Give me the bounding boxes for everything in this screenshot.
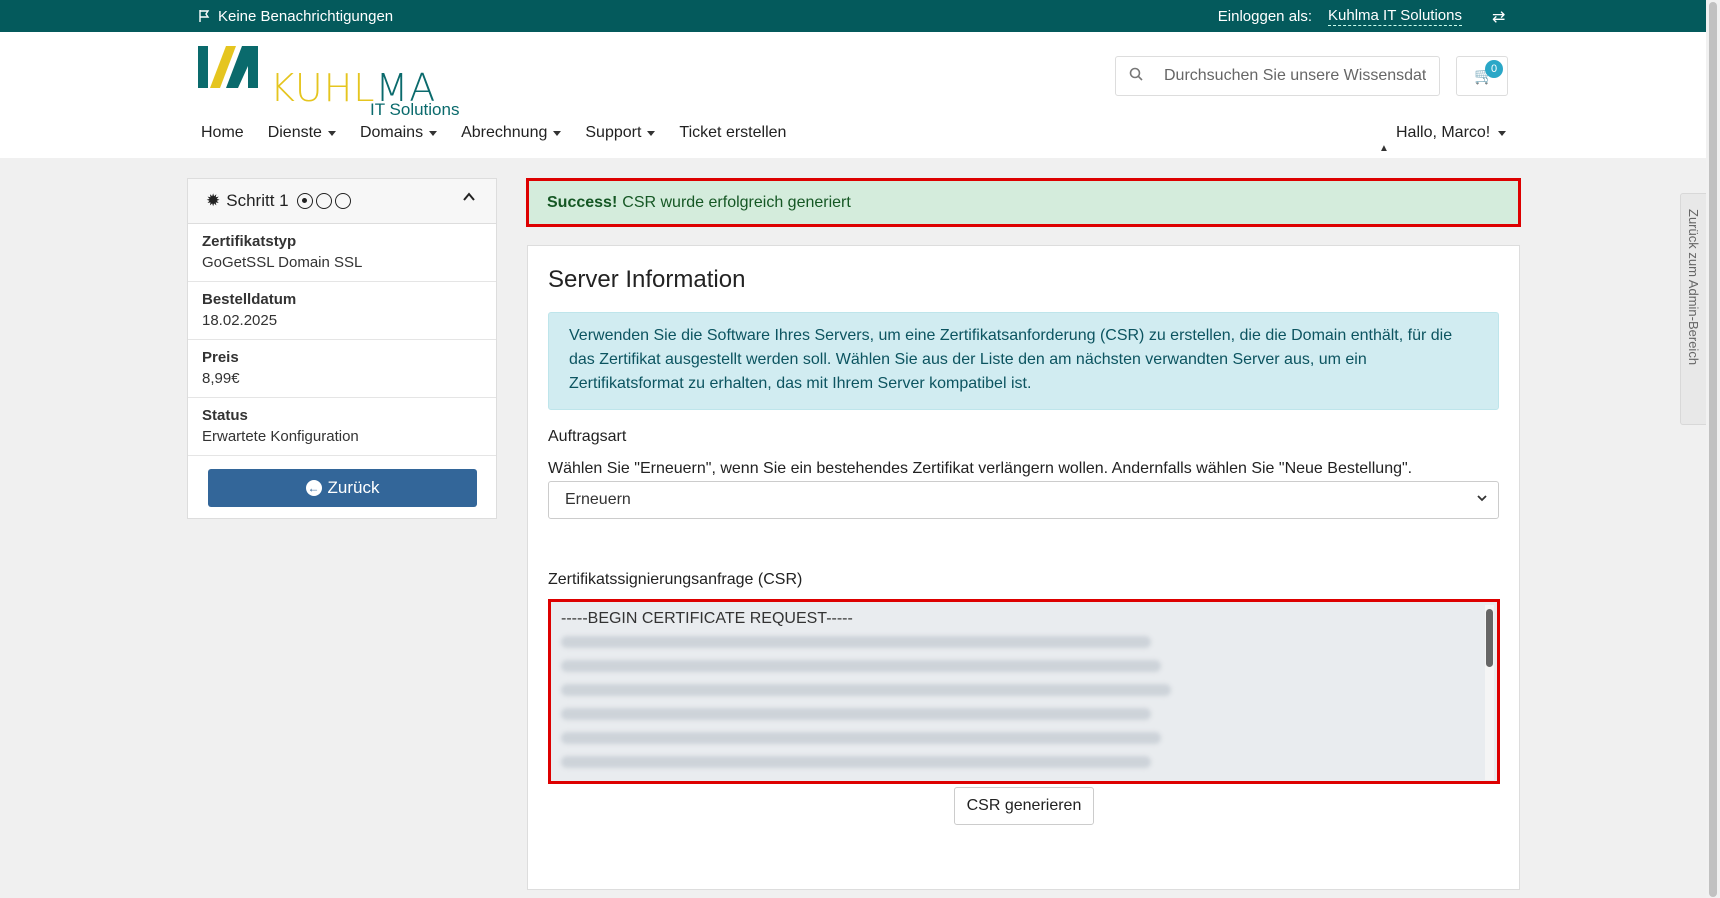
alert-strong: Success!: [547, 193, 618, 211]
nav-home[interactable]: Home: [201, 124, 244, 142]
generate-csr-button[interactable]: CSR generieren: [954, 787, 1094, 825]
logo-subtitle: IT Solutions: [370, 100, 460, 119]
cart-button[interactable]: 🛒 0: [1456, 56, 1508, 96]
arrow-left-circle-icon: ←: [305, 480, 322, 496]
step-circle-icon: [315, 193, 332, 209]
user-greeting: Hallo, Marco!: [1396, 124, 1491, 141]
shuffle-icon[interactable]: ⇄: [1492, 7, 1505, 27]
caret-down-icon: [327, 130, 336, 136]
csr-label: Zertifikatssignierungsanfrage (CSR): [548, 571, 803, 588]
alert-text: CSR wurde erfolgreich generiert: [622, 193, 851, 211]
step-label: Schritt 1: [226, 191, 289, 210]
caret-down-icon: [647, 130, 656, 136]
csr-redacted-line: [561, 756, 1151, 768]
csr-redacted-line: [561, 708, 1151, 720]
admin-area-tab[interactable]: Zurück zum Admin-Bereich: [1680, 193, 1708, 425]
csr-redacted-line: [561, 660, 1161, 672]
login-label: Einloggen als:: [1217, 7, 1313, 25]
nav-dienste[interactable]: Dienste: [268, 124, 336, 142]
badge-icon: ✹: [206, 191, 221, 210]
notifications-text: Keine Benachrichtigungen: [218, 7, 394, 25]
sidebar-row-preis: Preis 8,99€: [188, 340, 496, 398]
sidebar-row-bestelldatum: Bestelldatum 18.02.2025: [188, 282, 496, 340]
csr-textarea[interactable]: -----BEGIN CERTIFICATE REQUEST-----: [548, 599, 1500, 784]
user-menu[interactable]: Hallo, Marco!: [1396, 124, 1507, 142]
chevron-up-icon[interactable]: [462, 190, 476, 209]
caret-down-icon: [1498, 130, 1507, 136]
success-alert: Success! CSR wurde erfolgreich generiert: [526, 178, 1521, 227]
step-circle-active-icon: [296, 193, 313, 209]
csr-redacted-line: [561, 732, 1161, 744]
knowledgebase-search: [1115, 56, 1440, 96]
page-title: Server Information: [548, 266, 746, 293]
step-circle-icon: [334, 193, 351, 209]
admin-tab-label: Zurück zum Admin-Bereich: [1686, 209, 1701, 366]
search-icon: [1116, 67, 1156, 85]
nav-abrechnung[interactable]: Abrechnung: [461, 124, 562, 142]
logo-mark-icon: [198, 46, 258, 88]
search-input[interactable]: [1156, 67, 1426, 85]
sidebar-row-status: Status Erwartete Konfiguration: [188, 398, 496, 456]
chevron-down-icon: [1476, 492, 1488, 507]
csr-scrollbar[interactable]: [1485, 605, 1494, 780]
nav-support[interactable]: Support: [585, 124, 656, 142]
caret-down-icon: [553, 130, 562, 136]
caret-down-icon: [429, 130, 438, 136]
mouse-cursor-icon: ▲: [1379, 143, 1389, 154]
back-button[interactable]: ← Zurück: [208, 469, 477, 507]
company-link[interactable]: Kuhlma IT Solutions: [1328, 7, 1462, 26]
flag-icon: [199, 10, 210, 22]
csr-redacted-line: [561, 684, 1171, 696]
server-info-panel: Server Information Verwenden Sie die Sof…: [527, 245, 1520, 890]
nav-domains[interactable]: Domains: [360, 124, 438, 142]
order-type-label: Auftragsart: [548, 428, 627, 445]
nav-ticket-erstellen[interactable]: Ticket erstellen: [679, 124, 786, 142]
order-type-description: Wählen Sie "Erneuern", wenn Sie ein best…: [548, 460, 1413, 477]
main-nav: Home Dienste Domains Abrechnung Support …: [201, 124, 786, 142]
logo[interactable]: KUHLMA IT Solutions: [198, 46, 478, 119]
sidebar-row-zertifikatstyp: Zertifikatstyp GoGetSSL Domain SSL: [188, 224, 496, 282]
csr-redacted-line: [561, 636, 1151, 648]
back-label: Zurück: [327, 478, 380, 497]
step-indicator: [296, 193, 351, 209]
order-type-value: Erneuern: [565, 491, 631, 508]
login-as: Einloggen als: Kuhlma IT Solutions: [1218, 0, 1462, 32]
top-bar: Keine Benachrichtigungen Einloggen als: …: [0, 0, 1720, 32]
cart-count-badge: 0: [1485, 60, 1503, 78]
info-box: Verwenden Sie die Software Ihres Servers…: [548, 312, 1499, 410]
notifications-link[interactable]: Keine Benachrichtigungen: [198, 0, 393, 32]
page-scrollbar[interactable]: [1706, 0, 1720, 898]
order-sidebar: ✹ Schritt 1 Zertifikatstyp GoGetSSL Doma…: [187, 178, 497, 519]
step-header[interactable]: ✹ Schritt 1: [188, 179, 496, 224]
order-type-select[interactable]: Erneuern: [548, 481, 1499, 519]
csr-begin-line: -----BEGIN CERTIFICATE REQUEST-----: [561, 610, 853, 627]
